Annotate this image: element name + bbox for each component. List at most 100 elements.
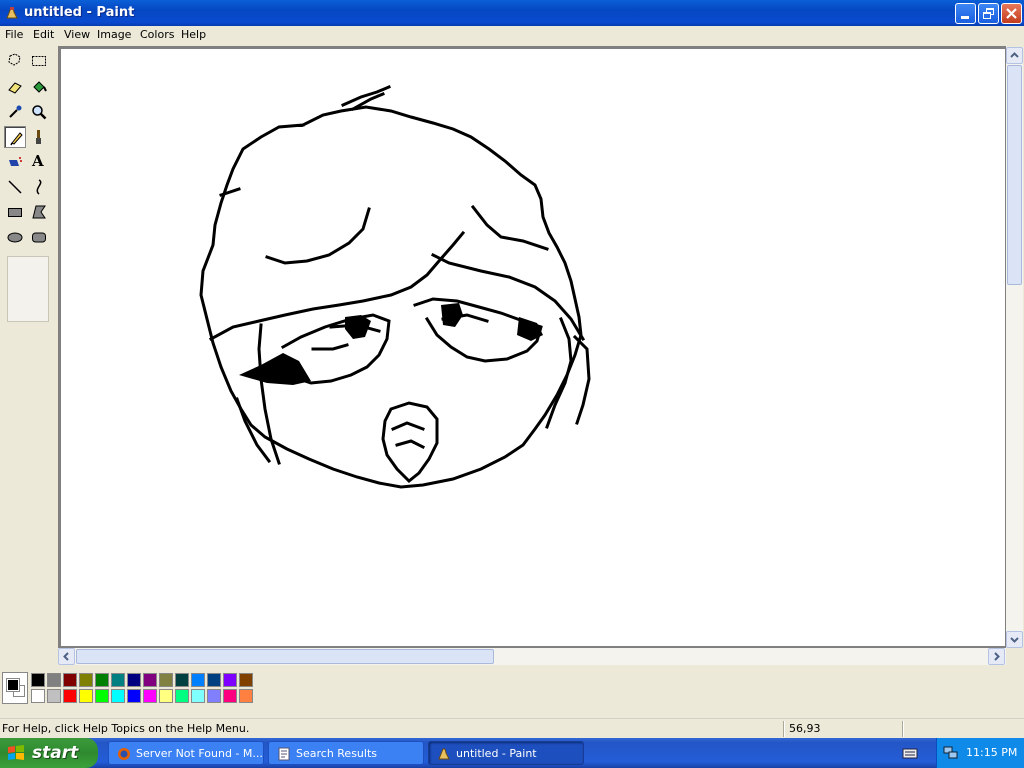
windows-flag-icon [8,745,24,760]
menu-file[interactable]: File [5,28,23,41]
task-label: Server Not Found - M... [136,747,263,760]
minimize-button[interactable] [955,3,976,24]
color-swatch[interactable] [47,673,61,687]
color-swatch[interactable] [207,689,221,703]
color-swatch[interactable] [95,673,109,687]
color-swatch[interactable] [191,689,205,703]
system-tray: 11:15 PM [936,738,1024,768]
color-swatch[interactable] [95,689,109,703]
taskbar: start Server Not Found - M... Search Res… [0,738,1024,768]
keyboard-icon[interactable] [902,746,918,760]
network-icon[interactable] [943,746,959,760]
tool-airbrush[interactable] [4,151,26,173]
vertical-scroll-thumb[interactable] [1007,65,1022,285]
toolbox: A [0,46,58,666]
minimize-icon [961,16,969,19]
tool-rounded-rectangle[interactable] [28,226,50,248]
color-swatch[interactable] [143,689,157,703]
tool-free-form-select[interactable] [4,50,26,72]
magnifier-icon [32,105,47,120]
menu-image[interactable]: Image [97,28,131,41]
text-icon: A [32,152,44,170]
task-server-not-found[interactable]: Server Not Found - M... [108,741,264,765]
horizontal-scrollbar[interactable] [58,648,1006,665]
color-swatch[interactable] [111,673,125,687]
task-untitled-paint[interactable]: untitled - Paint [428,741,584,765]
color-swatch[interactable] [47,689,61,703]
color-swatch[interactable] [79,689,93,703]
scroll-left-button[interactable] [58,648,75,665]
close-button[interactable] [1001,3,1022,24]
menu-view[interactable]: View [64,28,90,41]
foreground-color-swatch [6,678,20,692]
task-search-results[interactable]: Search Results [268,741,424,765]
color-swatch[interactable] [63,673,77,687]
color-swatch[interactable] [79,673,93,687]
color-swatch[interactable] [207,673,221,687]
vertical-scrollbar[interactable] [1006,47,1023,648]
tool-polygon[interactable] [28,201,50,223]
color-swatch[interactable] [175,673,189,687]
status-help-text: For Help, click Help Topics on the Help … [2,722,250,735]
tool-eraser[interactable] [4,76,26,98]
menu-colors[interactable]: Colors [140,28,174,41]
tool-select[interactable] [28,50,50,72]
tool-ellipse[interactable] [4,226,26,248]
clock: 11:15 PM [966,746,1018,759]
tool-pick-color[interactable] [4,101,26,123]
tool-line[interactable] [4,176,26,198]
tool-rectangle[interactable] [4,201,26,223]
tool-brush[interactable] [28,126,50,148]
task-label: untitled - Paint [456,747,537,760]
current-colors[interactable] [2,672,28,704]
color-swatch[interactable] [127,673,141,687]
color-swatch[interactable] [175,689,189,703]
search-results-icon [278,747,290,761]
color-swatch[interactable] [239,689,253,703]
color-swatch[interactable] [31,673,45,687]
window-title: untitled - Paint [24,5,135,20]
airbrush-icon [9,157,22,166]
menu-edit[interactable]: Edit [33,28,54,41]
paint-app-icon [6,7,18,19]
color-swatch[interactable] [239,673,253,687]
brush-icon [36,130,41,144]
start-button[interactable]: start [0,738,98,768]
horizontal-scroll-thumb[interactable] [76,649,494,664]
tool-magnifier[interactable] [28,101,50,123]
drawing-canvas[interactable] [61,49,1005,646]
restore-button[interactable] [978,3,999,24]
status-bar: For Help, click Help Topics on the Help … [0,718,1024,738]
pencil-icon [10,132,23,146]
color-swatch[interactable] [159,689,173,703]
tool-options-box[interactable] [7,256,49,322]
scroll-right-button[interactable] [988,648,1005,665]
tool-fill-with-color[interactable] [28,76,50,98]
close-icon [1006,8,1017,19]
color-swatch[interactable] [111,689,125,703]
free-select-icon [8,53,21,66]
start-label: start [32,743,79,763]
scroll-down-button[interactable] [1006,631,1023,648]
tool-text[interactable]: A [28,151,50,173]
ellipse-icon [7,232,23,243]
color-swatch[interactable] [127,689,141,703]
scroll-up-button[interactable] [1006,47,1023,64]
color-swatch[interactable] [191,673,205,687]
color-swatch[interactable] [223,689,237,703]
color-swatch[interactable] [63,689,77,703]
color-swatch[interactable] [31,689,45,703]
color-swatch[interactable] [143,673,157,687]
title-bar: untitled - Paint [0,0,1024,26]
color-swatch[interactable] [159,673,173,687]
menu-help[interactable]: Help [181,28,206,41]
arrow-right-icon [994,652,1000,661]
tool-curve[interactable] [28,176,50,198]
fill-bucket-icon [33,81,47,93]
menu-bar: File Edit View Image Colors Help [0,26,1024,44]
cursor-coordinates: 56,93 [789,722,821,735]
arrow-down-icon [1010,637,1019,643]
color-swatch[interactable] [223,673,237,687]
arrow-left-icon [63,652,69,661]
tool-pencil[interactable] [4,126,26,148]
